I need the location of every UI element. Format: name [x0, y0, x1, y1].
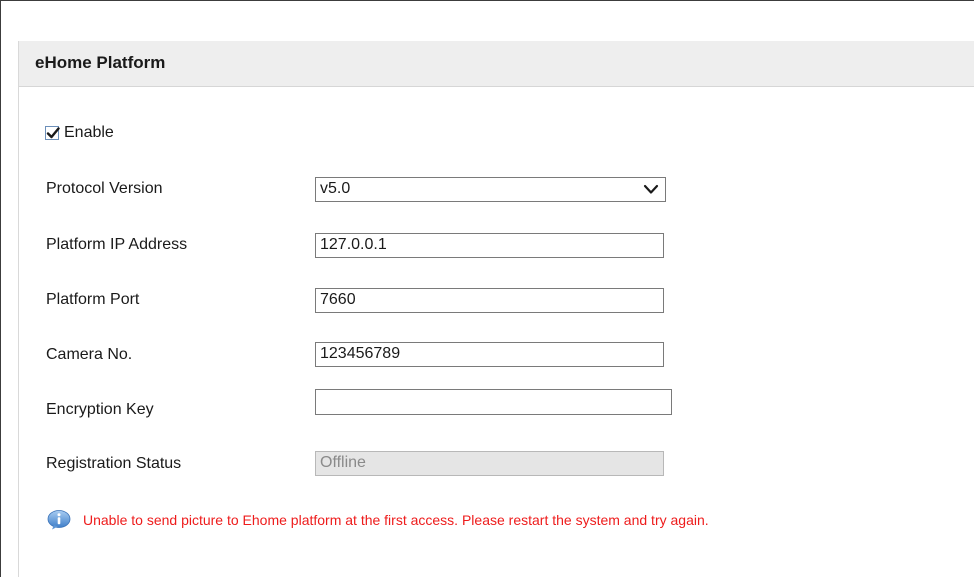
platform-ip-value: 127.0.0.1 [320, 236, 387, 253]
enable-row[interactable]: Enable [45, 122, 114, 144]
protocol-version-value: v5.0 [320, 180, 351, 197]
panel-title: eHome Platform [35, 53, 166, 72]
registration-status-label: Registration Status [46, 455, 182, 472]
registration-status-field: Offline [315, 451, 664, 476]
platform-port-value: 7660 [320, 291, 356, 308]
enable-label: Enable [64, 124, 114, 141]
encryption-key-label: Encryption Key [46, 401, 154, 418]
enable-checkbox[interactable] [45, 126, 60, 140]
camera-no-input[interactable]: 123456789 [315, 342, 664, 367]
platform-ip-input[interactable]: 127.0.0.1 [315, 233, 664, 258]
platform-port-label: Platform Port [46, 291, 140, 308]
platform-ip-label: Platform IP Address [46, 236, 188, 253]
camera-no-value: 123456789 [320, 345, 401, 362]
panel-header: eHome Platform [19, 41, 974, 87]
encryption-key-input[interactable] [315, 389, 672, 415]
notice-message: Unable to send picture to Ehome platform… [47, 510, 709, 530]
notice-text: Unable to send picture to Ehome platform… [83, 512, 709, 528]
registration-status-value: Offline [320, 454, 366, 471]
protocol-version-label: Protocol Version [46, 180, 163, 197]
checkmark-icon [46, 127, 60, 139]
platform-port-input[interactable]: 7660 [315, 288, 664, 313]
info-icon [47, 510, 71, 530]
chevron-down-icon [643, 184, 659, 194]
protocol-version-select[interactable]: v5.0 [315, 177, 666, 202]
camera-no-label: Camera No. [46, 346, 133, 363]
